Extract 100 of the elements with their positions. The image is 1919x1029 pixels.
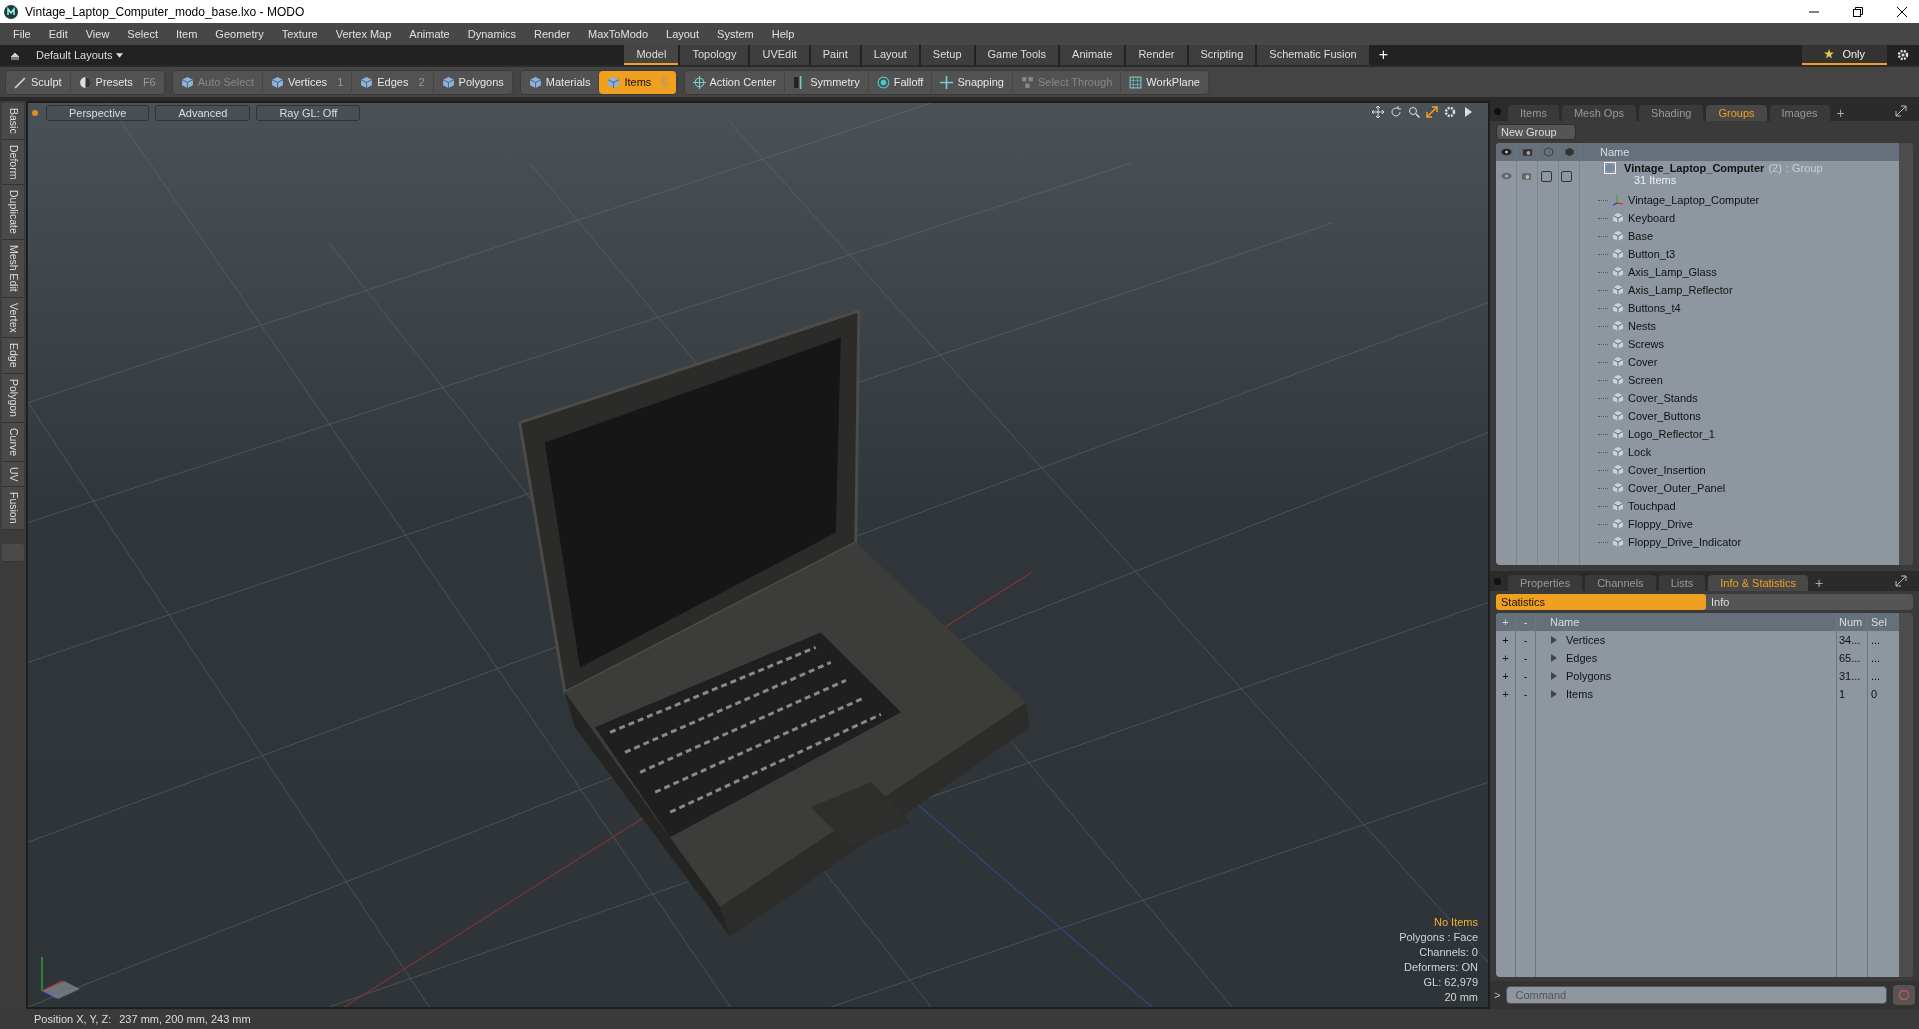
arrow-right-icon[interactable] xyxy=(1462,106,1474,118)
add-button[interactable]: + xyxy=(1496,631,1516,649)
search-icon[interactable] xyxy=(1408,106,1420,118)
close-icon[interactable] xyxy=(1897,6,1907,17)
sub-tab[interactable]: Info xyxy=(1706,594,1913,610)
remove-button[interactable]: - xyxy=(1516,667,1536,685)
tool-tab[interactable]: Mesh Edit xyxy=(2,239,24,298)
menu-item[interactable]: View xyxy=(76,28,119,40)
tree-item[interactable]: Cover_Outer_Panel xyxy=(1628,482,1726,494)
menu-item[interactable]: Animate xyxy=(400,28,459,40)
layout-tab[interactable]: Paint xyxy=(810,45,860,65)
expand-icon[interactable] xyxy=(1426,106,1438,118)
tree-item[interactable]: Vintage_Laptop_Computer xyxy=(1628,194,1760,206)
menu-item[interactable]: Edit xyxy=(39,28,77,40)
panel-tab[interactable]: Images xyxy=(1769,105,1830,121)
expand-arrow-icon[interactable] xyxy=(1550,690,1558,698)
menu-item[interactable]: Layout xyxy=(657,28,709,40)
expand-icon[interactable] xyxy=(1895,575,1907,587)
expand-arrow-icon[interactable] xyxy=(1550,654,1558,662)
tree-item[interactable]: Cover_Insertion xyxy=(1628,464,1706,476)
expand-arrow-icon[interactable] xyxy=(1550,672,1558,680)
toolbar-button[interactable]: Items 5 xyxy=(599,70,677,94)
restore-icon[interactable] xyxy=(1853,6,1863,17)
command-field[interactable]: Command xyxy=(1506,986,1887,1004)
sub-tab[interactable]: Statistics xyxy=(1496,594,1706,610)
tree-item[interactable]: Logo_Reflector_1 xyxy=(1628,428,1715,440)
settings-icon[interactable] xyxy=(1897,49,1909,61)
add-button[interactable]: + xyxy=(1496,649,1516,667)
panel-tab[interactable]: Shading xyxy=(1639,105,1704,121)
toggle-box[interactable] xyxy=(1540,170,1552,182)
panel-tab[interactable]: Items xyxy=(1508,105,1559,121)
menu-item[interactable]: Help xyxy=(762,28,804,40)
move-icon[interactable] xyxy=(1372,106,1384,118)
tree-item[interactable]: Cover xyxy=(1628,356,1658,368)
expand-arrow-icon[interactable] xyxy=(1550,636,1558,644)
menu-item[interactable]: Dynamics xyxy=(458,28,525,40)
tool-tab[interactable]: UV xyxy=(2,461,24,488)
layout-tab[interactable]: Schematic Fusion xyxy=(1257,45,1369,65)
panel-tab[interactable]: Channels xyxy=(1585,575,1656,591)
add-button[interactable]: + xyxy=(1496,667,1516,685)
record-button[interactable] xyxy=(1893,985,1915,1005)
tool-tab[interactable]: Basic xyxy=(2,103,24,140)
menu-item[interactable]: Select xyxy=(118,28,167,40)
tree-item[interactable]: Touchpad xyxy=(1628,500,1676,512)
panel-tab[interactable]: Properties xyxy=(1508,575,1583,591)
remove-button[interactable]: - xyxy=(1516,685,1536,703)
tree-item[interactable]: Screen xyxy=(1628,374,1663,386)
tool-tab[interactable]: Curve xyxy=(2,422,24,462)
group-name[interactable]: Vintage_Laptop_Computer xyxy=(1624,162,1765,174)
panel-tab[interactable]: Groups xyxy=(1706,105,1767,121)
panel-tab[interactable]: Mesh Ops xyxy=(1561,105,1637,121)
panel-tab[interactable]: Lists xyxy=(1658,575,1706,591)
tool-tab[interactable]: Fusion xyxy=(2,487,24,530)
add-button[interactable]: + xyxy=(1496,685,1516,703)
tree-item[interactable]: Axis_Lamp_Glass xyxy=(1628,266,1717,278)
menu-item[interactable]: Render xyxy=(525,28,580,40)
tool-tab[interactable]: Polygon xyxy=(2,373,24,423)
toolbar-button[interactable]: Materials xyxy=(520,70,600,94)
eye-icon[interactable] xyxy=(1500,171,1512,181)
remove-button[interactable]: - xyxy=(1516,613,1536,631)
layout-tab[interactable]: UVEdit xyxy=(750,45,809,65)
tool-tab[interactable]: Duplicate xyxy=(2,185,24,240)
viewport-button[interactable]: Advanced xyxy=(155,105,251,121)
toggle-box[interactable] xyxy=(1560,170,1572,182)
menu-item[interactable]: Texture xyxy=(272,28,327,40)
remove-button[interactable]: - xyxy=(1516,649,1536,667)
toolbar-button[interactable]: Symmetry xyxy=(785,70,869,94)
tree-item[interactable]: Cover_Stands xyxy=(1628,392,1698,404)
tool-tab[interactable]: Deform xyxy=(2,139,24,186)
menu-item[interactable]: Vertex Map xyxy=(326,28,401,40)
menu-item[interactable]: File xyxy=(4,28,40,40)
toolbar-button[interactable]: WorkPlane xyxy=(1121,70,1209,94)
menu-item[interactable]: MaxToModo xyxy=(579,28,657,40)
toolbar-button[interactable]: Snapping xyxy=(932,70,1013,94)
toolbar-button[interactable]: Action Center xyxy=(684,70,786,94)
viewport-button[interactable]: Ray GL: Off xyxy=(256,105,361,121)
layout-tab[interactable]: Animate xyxy=(1060,45,1125,65)
layouts-dropdown[interactable]: Default Layouts xyxy=(30,49,130,61)
add-button[interactable]: + xyxy=(1496,613,1516,631)
toolbar-button[interactable]: Sculpt xyxy=(6,70,71,94)
tree-item[interactable]: Lock xyxy=(1628,446,1652,458)
viewport-button[interactable]: Perspective xyxy=(46,105,150,121)
tree-item[interactable]: Buttons_t4 xyxy=(1628,302,1681,314)
camera-icon[interactable] xyxy=(1520,171,1532,181)
toolbar-button[interactable]: Vertices 1 xyxy=(263,70,353,94)
layout-tab[interactable]: Setup xyxy=(920,45,974,65)
layout-tab[interactable]: Topology xyxy=(680,45,749,65)
tree-item[interactable]: Cover_Buttons xyxy=(1628,410,1701,422)
remove-button[interactable]: - xyxy=(1516,631,1536,649)
add-tab-button[interactable]: + xyxy=(1370,45,1397,65)
viewport[interactable]: Perspective Advanced Ray GL: Off No Items Polygons : Face Channels: 0 Deformers: ON GL: 62,979 20 mm xyxy=(26,101,1490,1009)
tree-item[interactable]: Base xyxy=(1628,230,1654,242)
layout-tab[interactable]: Game Tools xyxy=(975,45,1059,65)
menu-item[interactable]: Item xyxy=(166,28,207,40)
tree-item[interactable]: Floppy_Drive xyxy=(1628,518,1693,530)
tool-tab[interactable]: Vertex xyxy=(2,297,24,339)
layout-tab[interactable]: Layout xyxy=(861,45,919,65)
tree-item[interactable]: Axis_Lamp_Reflector xyxy=(1628,284,1733,296)
rotate-icon[interactable] xyxy=(1390,106,1402,118)
menu-item[interactable]: Geometry xyxy=(206,28,273,40)
